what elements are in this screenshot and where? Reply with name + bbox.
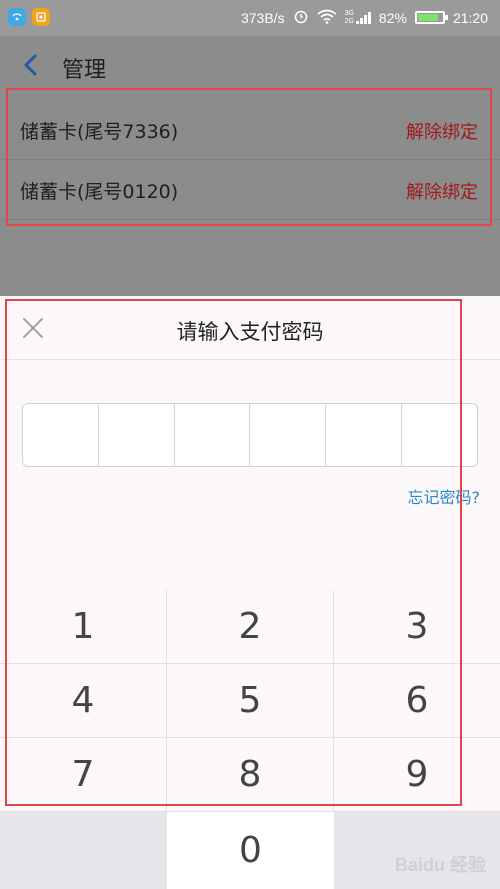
signal-icon: 3G 2G — [345, 10, 371, 26]
battery-percent: 82% — [378, 9, 407, 26]
app-notification-icon — [32, 8, 50, 26]
watermark: Baidu 经验 — [394, 855, 486, 875]
nav-bar: 管理 — [0, 36, 500, 96]
signal-type-top: 3G — [344, 9, 354, 17]
key-blank-left — [0, 812, 167, 889]
highlight-box-password — [5, 299, 462, 806]
network-speed: 373B/s — [240, 9, 285, 26]
highlight-box-cards — [6, 88, 492, 226]
back-arrow-icon[interactable] — [20, 54, 42, 76]
alarm-icon — [293, 8, 309, 27]
wifi-hotspot-icon — [8, 8, 26, 26]
status-bar: 373B/s 3G 2G 82% 21:20 — [0, 0, 500, 36]
key-0[interactable]: 0 — [167, 812, 334, 889]
page-title: 管理 — [62, 58, 107, 83]
signal-type-bottom: 2G — [344, 17, 354, 25]
battery-icon — [414, 11, 448, 24]
wifi-icon — [317, 9, 337, 27]
clock: 21:20 — [452, 9, 488, 26]
